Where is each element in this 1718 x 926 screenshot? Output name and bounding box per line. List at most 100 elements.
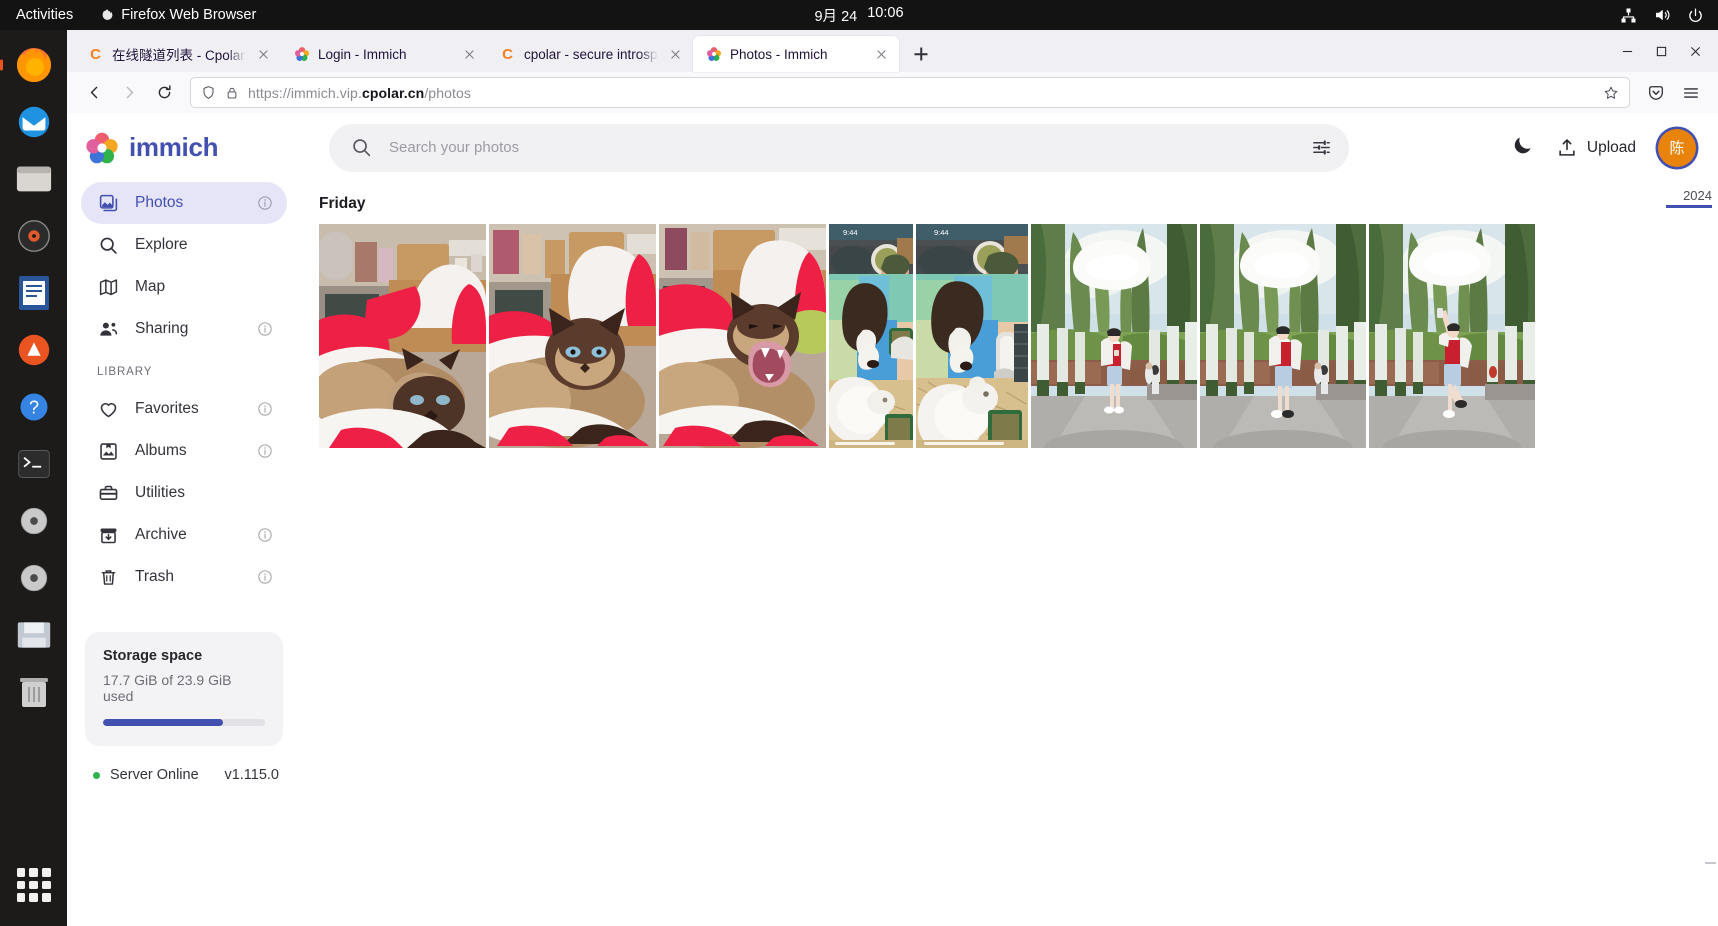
clock-time: 10:06 <box>867 4 904 21</box>
timeline-scroll-tick[interactable] <box>1705 862 1716 864</box>
grid-dot <box>29 868 38 877</box>
cpolar-favicon-icon: C <box>502 45 513 63</box>
save-to-pocket-button[interactable] <box>1640 77 1672 109</box>
info-icon[interactable] <box>257 443 273 459</box>
dock-item-floppy[interactable] <box>9 610 59 660</box>
photo-thumbnail-siamese-cat-lying[interactable] <box>319 224 486 448</box>
photo-thumbnail-woman-tree-path-jump[interactable] <box>1369 224 1535 448</box>
browser-tab-0[interactable]: C 在线隧道列表 - Cpolar <box>75 36 281 72</box>
dock-item-disc-2[interactable] <box>9 553 59 603</box>
grid-dot <box>41 880 51 890</box>
url-text: https://immich.vip.cpolar.cn/photos <box>248 85 1594 101</box>
tab-close-icon[interactable] <box>666 45 685 64</box>
window-controls <box>1612 36 1710 66</box>
sharing-icon <box>97 318 119 340</box>
dock-item-rhythmbox[interactable] <box>9 211 59 261</box>
grid-dot <box>16 868 26 877</box>
network-icon <box>1621 8 1636 22</box>
grid-dot <box>41 893 51 902</box>
tab-close-icon[interactable] <box>872 45 891 64</box>
info-icon[interactable] <box>257 569 273 585</box>
albums-icon <box>97 440 119 462</box>
tab-title: Photos - Immich <box>730 46 828 62</box>
url-suffix: /photos <box>424 84 471 101</box>
tune-icon <box>1312 140 1330 155</box>
browser-tab-1[interactable]: Login - Immich <box>281 36 487 72</box>
reload-button[interactable] <box>148 77 180 109</box>
info-icon[interactable] <box>257 321 273 337</box>
sidebar-item-sharing[interactable]: Sharing <box>81 308 287 350</box>
search-bar[interactable] <box>329 123 1349 172</box>
search-icon <box>97 234 119 256</box>
system-tray[interactable] <box>1620 6 1704 24</box>
application-menu-button[interactable] <box>1675 77 1707 109</box>
photo-thumbnail-rabbits-black-white[interactable]: 9:44 <box>829 224 913 448</box>
tab-close-icon[interactable] <box>460 45 479 64</box>
sidebar-item-photos[interactable]: Photos <box>81 182 287 224</box>
user-avatar[interactable]: 陈 <box>1658 128 1696 167</box>
upload-button[interactable]: Upload <box>1556 137 1636 159</box>
theme-toggle-button[interactable] <box>1511 134 1534 162</box>
sidebar-item-trash[interactable]: Trash <box>81 556 287 598</box>
clock[interactable]: 9月 24 10:06 <box>814 5 903 26</box>
sidebar-item-utilities[interactable]: Utilities <box>81 472 287 514</box>
immich-logo[interactable]: immich <box>85 131 303 165</box>
info-icon[interactable] <box>257 527 273 543</box>
photo-thumbnail-siamese-cat-yawning[interactable] <box>659 224 826 448</box>
sidebar-item-archive[interactable]: Archive <box>81 514 287 556</box>
url-prefix: https://immich.vip. <box>248 84 362 101</box>
dock-item-trash[interactable] <box>9 667 59 717</box>
browser-tab-3[interactable]: Photos - Immich <box>693 36 899 72</box>
photo-thumbnail-woman-tree-path-2[interactable] <box>1200 224 1366 448</box>
close-button[interactable] <box>1680 36 1710 66</box>
photo-thumbnail-siamese-cat-sitting[interactable] <box>489 224 656 448</box>
sidebar-label: Explore <box>135 236 188 253</box>
browser-tab-2[interactable]: C cpolar - secure introspect <box>487 36 693 72</box>
rhythmbox-icon <box>17 220 50 252</box>
timeline-scrollbar-year[interactable]: 2024 <box>1666 188 1712 208</box>
disc-icon <box>20 564 47 592</box>
dock-item-disc-1[interactable] <box>9 496 59 546</box>
sidebar-item-favorites[interactable]: Favorites <box>81 388 287 430</box>
show-applications-button[interactable] <box>16 868 51 902</box>
sidebar-item-explore[interactable]: Explore <box>81 224 287 266</box>
search-input[interactable] <box>389 139 1284 156</box>
info-icon[interactable] <box>257 401 273 417</box>
storage-title: Storage space <box>103 648 203 664</box>
info-icon[interactable] <box>257 195 273 211</box>
dock-item-thunderbird[interactable] <box>9 97 59 147</box>
search-filter-button[interactable] <box>1301 128 1341 168</box>
forward-button[interactable] <box>113 77 145 109</box>
minimize-button[interactable] <box>1612 36 1642 66</box>
activities-button[interactable]: Activities <box>0 7 87 23</box>
maximize-button[interactable] <box>1646 36 1676 66</box>
tab-title: 在线隧道列表 - Cpolar <box>112 48 245 63</box>
firefox-icon <box>16 48 51 82</box>
photos-icon <box>97 192 119 214</box>
storage-space-card[interactable]: Storage space 17.7 GiB of 23.9 GiB used <box>85 632 283 746</box>
tab-close-icon[interactable] <box>254 45 273 64</box>
header-actions: Upload 陈 <box>1485 128 1696 167</box>
dock-item-libreoffice-writer[interactable] <box>9 268 59 318</box>
app-header: immich Search your photos Upload 陈 <box>67 113 1718 182</box>
sidebar-item-albums[interactable]: Albums <box>81 430 287 472</box>
active-app-menu[interactable]: Firefox Web Browser <box>101 7 256 23</box>
bookmark-star-icon[interactable] <box>1603 85 1619 101</box>
floppy-icon <box>17 622 50 648</box>
dock-item-terminal[interactable] <box>9 439 59 489</box>
address-bar[interactable]: https://immich.vip.cpolar.cn/photos <box>190 77 1630 108</box>
sidebar: Photos Explore Map Sharing LIBRARY Favor… <box>67 182 295 926</box>
sidebar-item-map[interactable]: Map <box>81 266 287 308</box>
terminal-icon <box>17 450 50 478</box>
dock-item-ubuntu-software[interactable] <box>9 325 59 375</box>
dock-item-files[interactable] <box>9 154 59 204</box>
dock-item-help[interactable]: ? <box>9 382 59 432</box>
new-tab-button[interactable] <box>905 38 937 70</box>
libreoffice-writer-icon <box>18 276 49 310</box>
dock-item-firefox[interactable] <box>9 40 59 90</box>
photo-thumbnail-woman-tree-path-1[interactable] <box>1031 224 1197 448</box>
sidebar-label: Favorites <box>135 400 199 417</box>
photo-thumbnail-rabbits-eating-hay[interactable]: 9:44 <box>916 224 1028 448</box>
back-button[interactable] <box>78 77 110 109</box>
grid-dot <box>29 880 38 890</box>
